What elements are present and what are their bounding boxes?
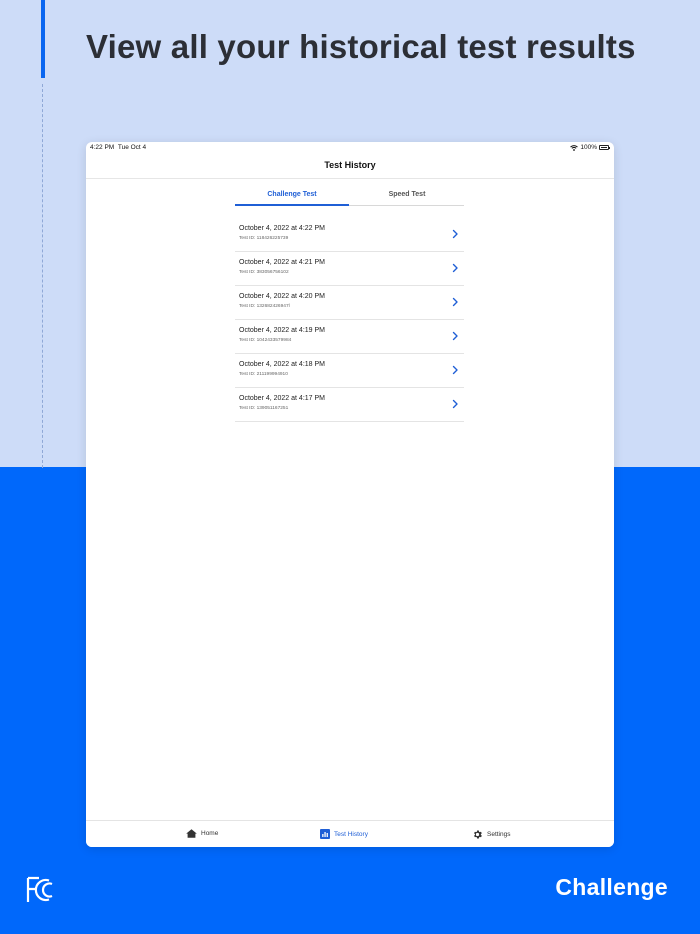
tab-challenge-test[interactable]: Challenge Test bbox=[235, 185, 349, 206]
battery-percent: 100% bbox=[580, 144, 597, 151]
bar-chart-icon bbox=[320, 829, 330, 839]
gear-icon bbox=[474, 830, 482, 839]
history-row-test-id: Test ID: 139051167251 bbox=[239, 406, 289, 411]
tab-test-history[interactable]: Test History bbox=[320, 829, 368, 839]
tab-home-label: Home bbox=[201, 830, 219, 837]
history-row-date: October 4, 2022 at 4:17 PM bbox=[239, 395, 325, 402]
history-row-test-id: Test ID: 383056756102 bbox=[239, 270, 289, 275]
test-type-segmented-control: Challenge Test Speed Test bbox=[235, 185, 464, 206]
status-indicators: 100% bbox=[570, 144, 610, 151]
battery-icon bbox=[599, 145, 610, 150]
chevron-right-icon bbox=[452, 399, 458, 409]
history-row[interactable]: October 4, 2022 at 4:20 PM Test ID: 1326… bbox=[235, 286, 464, 320]
tab-speed-test[interactable]: Speed Test bbox=[350, 185, 464, 205]
tab-settings[interactable]: Settings bbox=[472, 829, 511, 840]
history-row-date: October 4, 2022 at 4:20 PM bbox=[239, 293, 325, 300]
history-row[interactable]: October 4, 2022 at 4:19 PM Test ID: 1042… bbox=[235, 320, 464, 354]
history-row-test-id: Test ID: 1042433579984 bbox=[239, 338, 292, 343]
status-date: Tue Oct 4 bbox=[117, 144, 147, 151]
history-row[interactable]: October 4, 2022 at 4:17 PM Test ID: 1390… bbox=[235, 388, 464, 422]
dashed-guide-line bbox=[42, 84, 43, 468]
history-row[interactable]: October 4, 2022 at 4:21 PM Test ID: 3830… bbox=[235, 252, 464, 286]
history-row-test-id: Test ID: 132682426947l bbox=[239, 304, 290, 309]
history-row[interactable]: October 4, 2022 at 4:18 PM Test ID: 2111… bbox=[235, 354, 464, 388]
navigation-bar: Test History bbox=[86, 154, 614, 179]
accent-bar bbox=[41, 0, 45, 78]
history-row-date: October 4, 2022 at 4:18 PM bbox=[239, 361, 325, 368]
history-row-test-id: Test ID: 211199994910 bbox=[239, 372, 288, 377]
status-time-date: 4:22 PM Tue Oct 4 bbox=[90, 144, 146, 151]
marketing-headline: View all your historical test results bbox=[86, 28, 636, 65]
history-row-test-id: Test ID: 118426225739 bbox=[239, 236, 289, 241]
page-title: Test History bbox=[324, 160, 376, 170]
tablet-screen: 4:22 PM Tue Oct 4 100% Test History Chal… bbox=[86, 142, 614, 847]
history-row-date: October 4, 2022 at 4:22 PM bbox=[239, 225, 325, 232]
history-row[interactable]: October 4, 2022 at 4:22 PM Test ID: 1184… bbox=[235, 218, 464, 252]
brand-logo: Challenge bbox=[555, 874, 668, 900]
history-row-date: October 4, 2022 at 4:21 PM bbox=[239, 259, 325, 266]
chevron-right-icon bbox=[452, 297, 458, 307]
tab-test-history-label: Test History bbox=[334, 830, 368, 838]
history-row-date: October 4, 2022 at 4:19 PM bbox=[239, 327, 325, 334]
wifi-icon bbox=[570, 144, 579, 151]
test-history-list: October 4, 2022 at 4:22 PM Test ID: 1184… bbox=[235, 218, 464, 422]
bottom-tab-bar: Home Test History Settings bbox=[86, 820, 614, 847]
status-bar: 4:22 PM Tue Oct 4 100% bbox=[86, 142, 614, 154]
tab-settings-label: Settings bbox=[487, 831, 511, 838]
chevron-right-icon bbox=[452, 331, 458, 341]
fcc-logo-icon bbox=[26, 876, 53, 902]
status-time: 4:22 PM bbox=[90, 144, 115, 151]
chevron-right-icon bbox=[452, 229, 458, 239]
chevron-right-icon bbox=[452, 365, 458, 375]
house-icon bbox=[186, 829, 197, 838]
chevron-right-icon bbox=[452, 263, 458, 273]
tab-home[interactable]: Home bbox=[186, 829, 218, 838]
